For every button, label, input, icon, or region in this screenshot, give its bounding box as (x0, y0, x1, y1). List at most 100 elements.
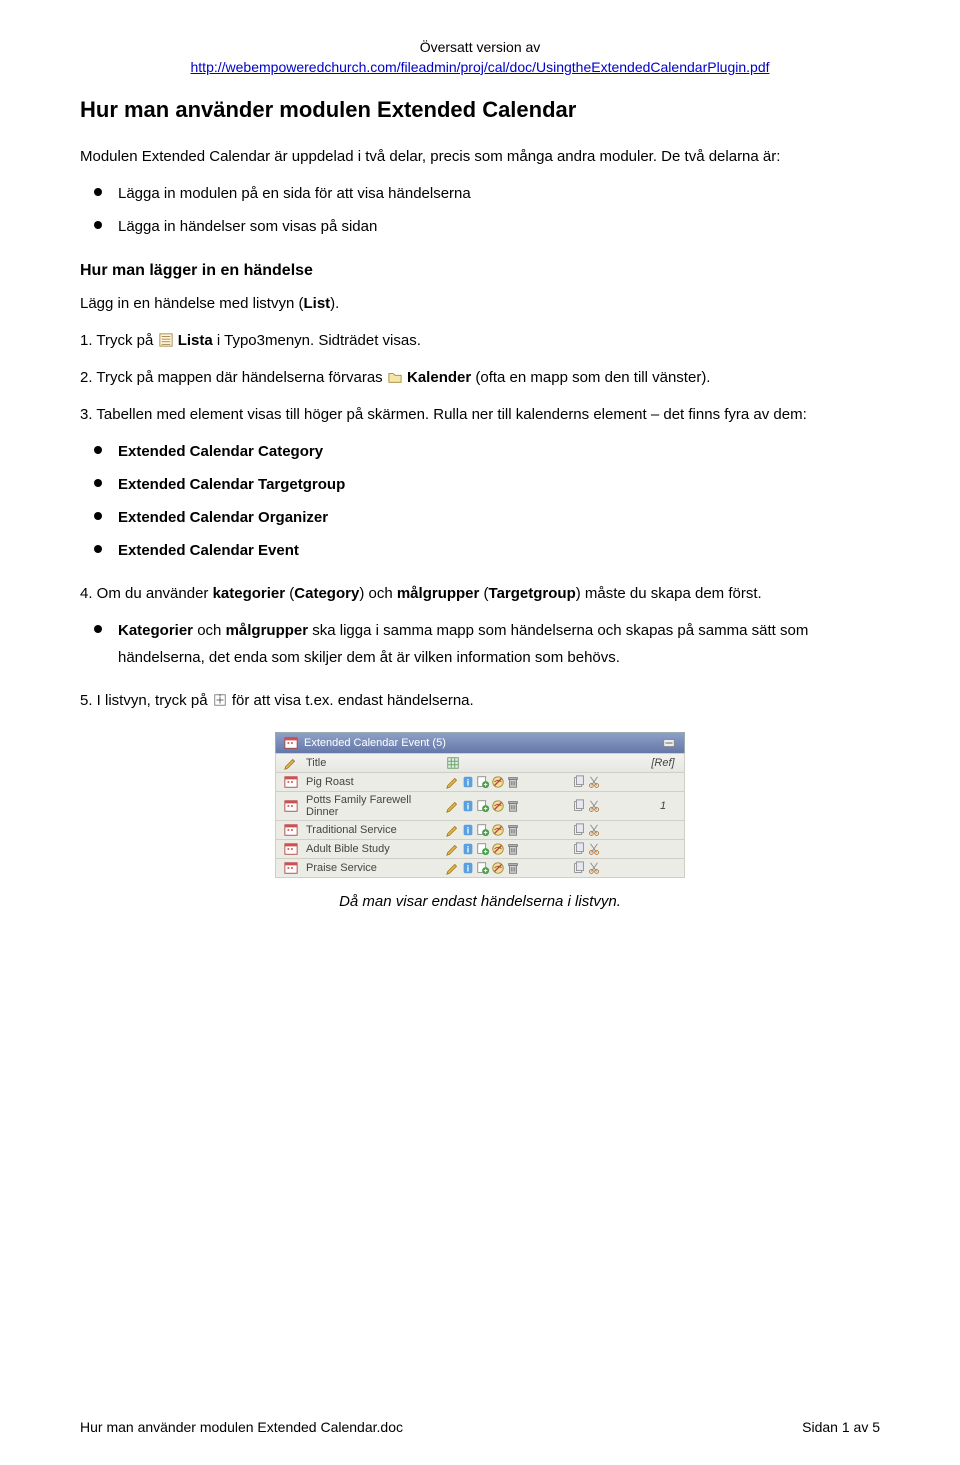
table-row: Praise Service (275, 859, 685, 878)
text: ). (330, 295, 339, 312)
text: ( (479, 585, 488, 602)
cut-icon[interactable] (587, 842, 601, 856)
event-icon (284, 775, 298, 789)
header-source-link[interactable]: http://webempoweredchurch.com/fileadmin/… (191, 59, 770, 75)
text-bold: kategorier (213, 585, 286, 602)
list-item: Extended Calendar Targetgroup (118, 471, 880, 498)
text-bold: Kalender (403, 369, 471, 386)
info-icon[interactable] (461, 842, 475, 856)
info-icon[interactable] (461, 775, 475, 789)
row-title[interactable]: Praise Service (306, 862, 440, 874)
event-icon (284, 736, 298, 750)
section-title-add-event: Hur man lägger in en händelse (80, 262, 880, 280)
table-row: Pig Roast (275, 773, 685, 792)
step-3: 3. Tabellen med element visas till höger… (80, 401, 880, 428)
pencil-icon[interactable] (446, 799, 460, 813)
new-after-icon[interactable] (476, 861, 490, 875)
info-icon[interactable] (461, 799, 475, 813)
collapse-icon[interactable] (662, 736, 676, 750)
hide-icon[interactable] (491, 842, 505, 856)
column-ref: [Ref] (648, 757, 678, 769)
page: Översatt version av http://webempoweredc… (0, 0, 960, 1465)
cut-icon[interactable] (587, 799, 601, 813)
text: i Typo3menyn. Sidträdet visas. (213, 332, 421, 349)
text-bold: Lista (174, 332, 213, 349)
hide-icon[interactable] (491, 775, 505, 789)
text-bold: List (303, 295, 330, 312)
header-line1: Översatt version av (420, 39, 541, 55)
table-row: Potts Family Farewell Dinner 1 (275, 792, 685, 821)
text: (ofta en mapp som den till vänster). (471, 369, 710, 386)
page-title: Hur man använder modulen Extended Calend… (80, 97, 880, 123)
list-view-icon (158, 333, 174, 347)
pencil-icon[interactable] (446, 842, 460, 856)
text-bold: målgrupper (226, 622, 309, 639)
copy-icon[interactable] (572, 842, 586, 856)
figure-caption: Då man visar endast händelserna i listvy… (80, 888, 880, 915)
step4-sub-bullet: Kategorier och målgrupper ska ligga i sa… (80, 617, 880, 671)
info-icon[interactable] (461, 861, 475, 875)
list-item: Lägga in händelser som visas på sidan (118, 213, 880, 240)
event-icon (284, 799, 298, 813)
copy-icon[interactable] (572, 823, 586, 837)
csv-export-icon[interactable] (446, 756, 460, 770)
pencil-icon[interactable] (446, 823, 460, 837)
cut-icon[interactable] (587, 823, 601, 837)
table-row: Adult Bible Study (275, 840, 685, 859)
text: för att visa t.ex. endast händelserna. (228, 692, 474, 709)
step-5: 5. I listvyn, tryck på för att visa t.ex… (80, 687, 880, 714)
element-bullet-list: Extended Calendar Category Extended Cale… (80, 438, 880, 564)
text: 4. Om du använder (80, 585, 213, 602)
list-item: Extended Calendar Event (118, 537, 880, 564)
copy-icon[interactable] (572, 861, 586, 875)
new-after-icon[interactable] (476, 842, 490, 856)
step-intro: Lägg in en händelse med listvyn (List). (80, 290, 880, 317)
text-bold: Targetgroup (489, 585, 576, 602)
row-title[interactable]: Adult Bible Study (306, 843, 440, 855)
record-list-header: Extended Calendar Event (5) (275, 732, 685, 753)
row-title[interactable]: Traditional Service (306, 824, 440, 836)
pencil-icon[interactable] (446, 861, 460, 875)
hide-icon[interactable] (491, 823, 505, 837)
list-item: Extended Calendar Category (118, 438, 880, 465)
row-title[interactable]: Potts Family Farewell Dinner (306, 794, 440, 818)
footer-right: Sidan 1 av 5 (802, 1419, 880, 1435)
list-item: Extended Calendar Organizer (118, 504, 880, 531)
new-after-icon[interactable] (476, 823, 490, 837)
table-row: Traditional Service (275, 821, 685, 840)
event-icon (284, 823, 298, 837)
step-2: 2. Tryck på mappen där händelserna förva… (80, 364, 880, 391)
intro-paragraph: Modulen Extended Calendar är uppdelad i … (80, 143, 880, 170)
trash-icon[interactable] (506, 842, 520, 856)
pencil-icon[interactable] (284, 756, 298, 770)
expand-icon (212, 693, 228, 707)
cut-icon[interactable] (587, 775, 601, 789)
text: Lägg in en händelse med listvyn ( (80, 295, 303, 312)
page-header: Översatt version av http://webempoweredc… (80, 38, 880, 77)
new-after-icon[interactable] (476, 775, 490, 789)
hide-icon[interactable] (491, 799, 505, 813)
record-header-label: Extended Calendar Event (5) (304, 737, 656, 749)
new-after-icon[interactable] (476, 799, 490, 813)
trash-icon[interactable] (506, 799, 520, 813)
trash-icon[interactable] (506, 823, 520, 837)
text: 2. Tryck på mappen där händelserna förva… (80, 369, 387, 386)
copy-icon[interactable] (572, 799, 586, 813)
info-icon[interactable] (461, 823, 475, 837)
text: ( (285, 585, 294, 602)
hide-icon[interactable] (491, 861, 505, 875)
pencil-icon[interactable] (446, 775, 460, 789)
trash-icon[interactable] (506, 775, 520, 789)
text: ) och (359, 585, 397, 602)
trash-icon[interactable] (506, 861, 520, 875)
page-footer: Hur man använder modulen Extended Calend… (80, 1419, 880, 1435)
event-icon (284, 842, 298, 856)
copy-icon[interactable] (572, 775, 586, 789)
event-icon (284, 861, 298, 875)
column-title: Title (306, 757, 440, 769)
folder-icon (387, 370, 403, 384)
cut-icon[interactable] (587, 861, 601, 875)
row-title[interactable]: Pig Roast (306, 776, 440, 788)
text-bold: Kategorier (118, 622, 193, 639)
text: 5. I listvyn, tryck på (80, 692, 212, 709)
